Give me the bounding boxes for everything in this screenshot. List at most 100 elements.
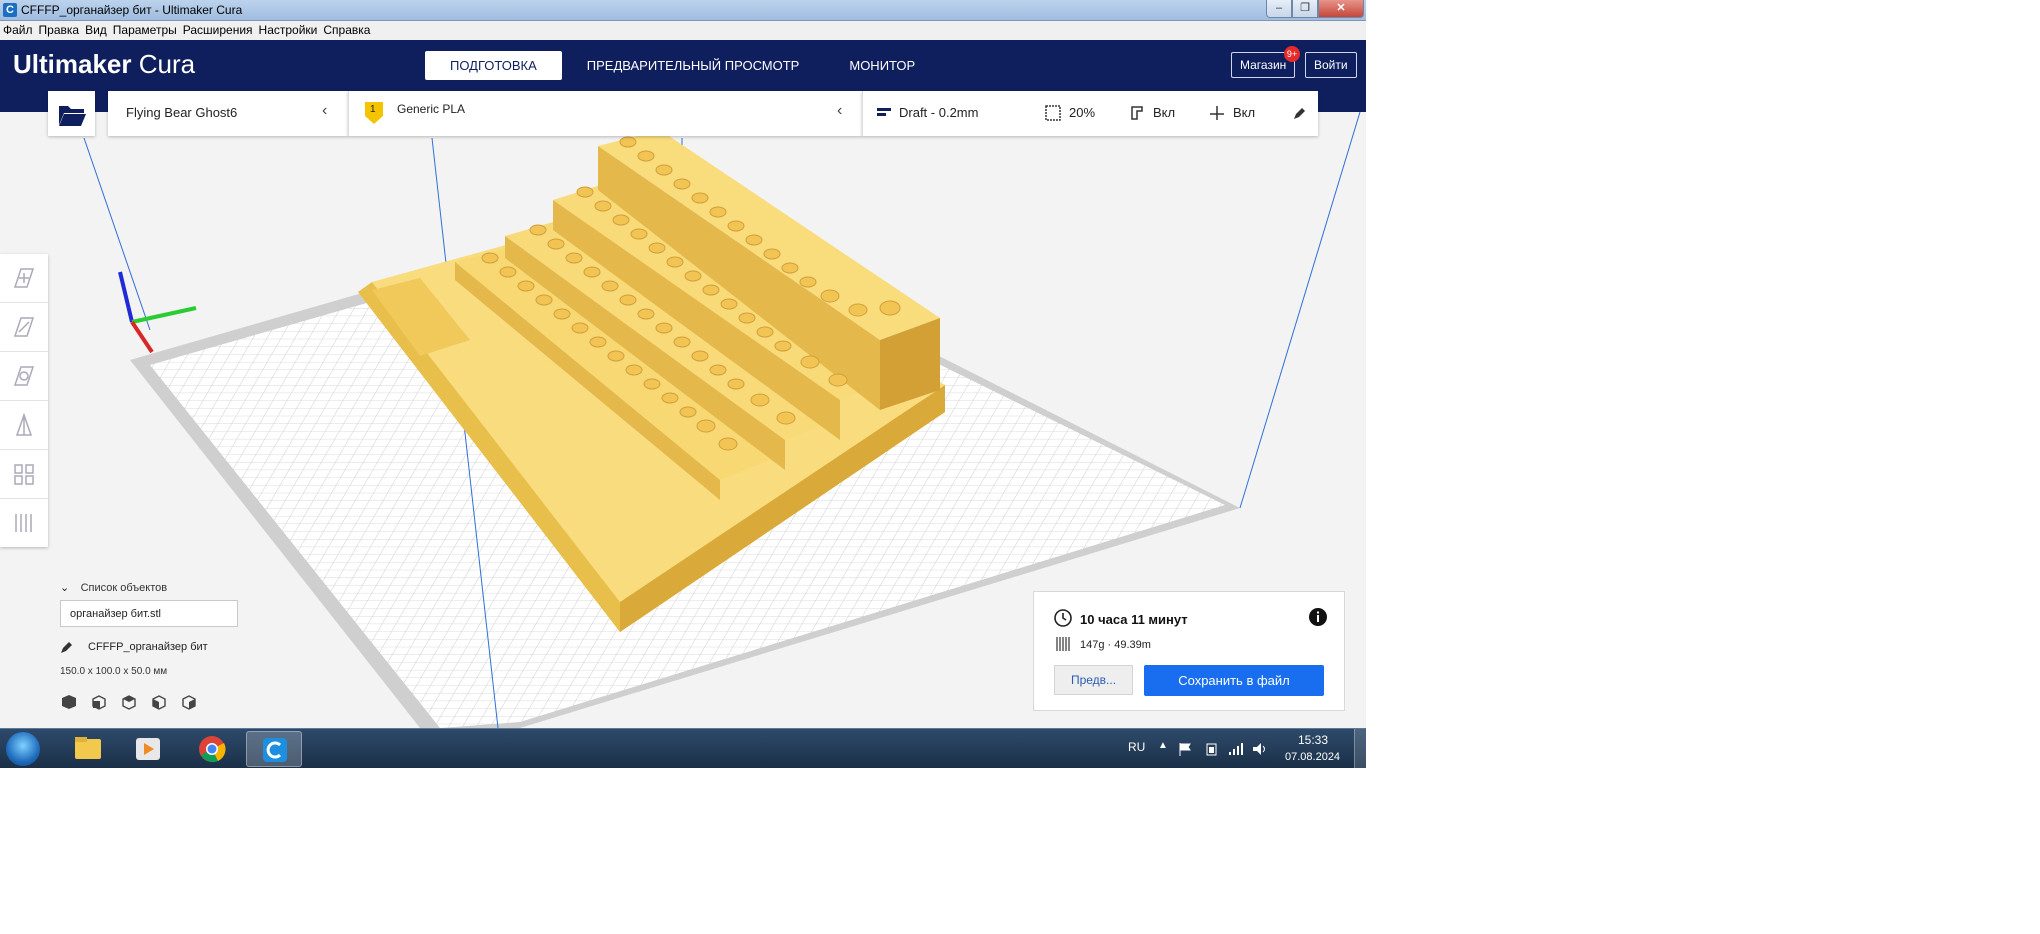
- menu-view[interactable]: Вид: [82, 21, 110, 40]
- start-button[interactable]: [6, 732, 40, 766]
- chevron-left-icon: ‹: [322, 102, 328, 119]
- menu-extensions[interactable]: Расширения: [180, 21, 256, 40]
- menu-bar: Файл Правка Вид Параметры Расширения Нас…: [0, 21, 1366, 40]
- action-center-flag-icon[interactable]: [1178, 742, 1194, 756]
- profile-icon: [877, 108, 891, 116]
- infill-icon: [1045, 105, 1061, 121]
- clock-time[interactable]: 15:33: [1298, 733, 1328, 747]
- restore-button[interactable]: ❐: [1292, 0, 1318, 18]
- taskbar-cura[interactable]: [246, 731, 302, 767]
- view-front-button[interactable]: [90, 693, 108, 711]
- taskbar-explorer[interactable]: [60, 731, 116, 767]
- printer-name: Flying Bear Ghost6: [126, 105, 238, 120]
- tab-prepare[interactable]: ПОДГОТОВКА: [425, 51, 562, 80]
- tool-panel: [0, 254, 48, 547]
- minimize-button[interactable]: ‒: [1266, 0, 1292, 18]
- clock-date[interactable]: 07.08.2024: [1285, 751, 1340, 763]
- chevron-down-icon: ⌄: [60, 582, 70, 594]
- adhesion-value: Вкл: [1233, 105, 1256, 120]
- ultimaker-cura-logo: Ultimaker Cura: [13, 49, 196, 79]
- stage-tabs: ПОДГОТОВКА ПРЕДВАРИТЕЛЬНЫЙ ПРОСМОТР МОНИ…: [425, 51, 940, 80]
- profile-name: Draft - 0.2mm: [899, 105, 979, 120]
- chevron-left-icon: ‹: [837, 102, 843, 119]
- support-blocker-tool[interactable]: [0, 499, 48, 547]
- build-volume-edge: [1239, 112, 1361, 509]
- taskbar-media-player[interactable]: [120, 731, 176, 767]
- scale-icon: [13, 317, 35, 337]
- infill-value: 20%: [1069, 105, 1096, 120]
- taskbar-chrome[interactable]: [184, 731, 240, 767]
- z-axis: [118, 271, 134, 323]
- open-file-button[interactable]: [48, 91, 95, 136]
- print-info-panel: 10 часа 11 минут 147g · 49.39m Предв... …: [1033, 591, 1345, 711]
- support-value: Вкл: [1153, 105, 1176, 120]
- tab-monitor[interactable]: МОНИТОР: [824, 51, 940, 80]
- cube-3d-icon: [62, 695, 76, 709]
- folder-icon: [75, 737, 101, 759]
- pencil-icon[interactable]: [60, 640, 74, 654]
- object-dimensions: 150.0 x 100.0 x 50.0 мм: [60, 666, 168, 677]
- sign-in-button[interactable]: Войти: [1305, 52, 1357, 78]
- camera-view-buttons: [60, 693, 198, 711]
- marketplace-badge: 9+: [1284, 46, 1300, 62]
- rotate-tool[interactable]: [0, 352, 48, 401]
- windows-taskbar: RU ▲ 15:33 07.08.2024: [0, 728, 1366, 768]
- cura-app-icon: С: [3, 3, 17, 17]
- extruder-number: 1: [370, 104, 376, 115]
- menu-preferences[interactable]: Настройки: [256, 21, 321, 40]
- window-title: CFFFP_органайзер бит - Ultimaker Cura: [21, 3, 243, 17]
- job-name[interactable]: CFFFP_органайзер бит: [88, 641, 208, 653]
- tab-preview[interactable]: ПРЕДВАРИТЕЛЬНЫЙ ПРОСМОТР: [562, 51, 825, 80]
- show-desktop-button[interactable]: [1354, 729, 1366, 768]
- network-icon[interactable]: [1228, 742, 1244, 756]
- move-tool[interactable]: [0, 254, 48, 303]
- view-top-button[interactable]: [120, 693, 138, 711]
- preview-button[interactable]: Предв...: [1054, 665, 1133, 695]
- folder-open-icon: [59, 106, 86, 126]
- power-icon[interactable]: [1204, 742, 1220, 756]
- menu-edit[interactable]: Правка: [36, 21, 83, 40]
- view-right-button[interactable]: [180, 693, 198, 711]
- material-usage: 147g · 49.39m: [1080, 639, 1151, 651]
- cura-window: С CFFFP_органайзер бит - Ultimaker Cura …: [0, 0, 1366, 768]
- clock-icon: [1054, 609, 1072, 627]
- filament-spool-icon: [1056, 637, 1070, 651]
- build-volume-edge: [83, 137, 151, 331]
- material-name: Generic PLA: [397, 102, 466, 116]
- view-3d-button[interactable]: [60, 693, 78, 711]
- scale-tool[interactable]: [0, 303, 48, 352]
- support-icon: [1131, 106, 1143, 120]
- per-model-settings-icon: [14, 464, 34, 485]
- language-indicator[interactable]: RU: [1128, 740, 1145, 754]
- mirror-icon: [15, 412, 33, 436]
- print-time: 10 часа 11 минут: [1080, 612, 1188, 627]
- cube-left-icon: [152, 695, 166, 710]
- menu-file[interactable]: Файл: [0, 21, 36, 40]
- cube-right-icon: [182, 695, 196, 710]
- cube-top-icon: [122, 695, 136, 710]
- move-icon: [13, 268, 35, 288]
- volume-icon[interactable]: [1252, 742, 1268, 756]
- close-button[interactable]: ✕: [1318, 0, 1364, 18]
- object-list-toggle[interactable]: ⌄ Список объектов: [60, 580, 167, 594]
- info-icon[interactable]: [1308, 607, 1328, 627]
- rotate-icon: [13, 366, 35, 386]
- printer-selector[interactable]: Flying Bear Ghost6 ‹: [108, 91, 348, 136]
- menu-help[interactable]: Справка: [320, 21, 373, 40]
- per-model-settings-tool[interactable]: [0, 450, 48, 499]
- cura-icon: [263, 738, 287, 762]
- mirror-tool[interactable]: [0, 401, 48, 450]
- menu-settings[interactable]: Параметры: [110, 21, 180, 40]
- print-settings-selector[interactable]: Draft - 0.2mm 20% Вкл Вкл: [862, 91, 1318, 136]
- show-hidden-icons[interactable]: ▲: [1158, 740, 1168, 751]
- view-left-button[interactable]: [150, 693, 168, 711]
- y-axis: [131, 306, 197, 324]
- object-list-item[interactable]: органайзер бит.stl: [60, 600, 238, 627]
- save-to-file-button[interactable]: Сохранить в файл: [1144, 665, 1324, 696]
- support-blocker-icon: [15, 514, 32, 532]
- chrome-icon: [199, 736, 226, 763]
- cube-front-icon: [92, 695, 106, 710]
- window-controls: ‒ ❐ ✕: [1266, 0, 1364, 18]
- pencil-icon: [1294, 108, 1305, 119]
- material-selector[interactable]: 1 Generic PLA ‹: [348, 91, 862, 136]
